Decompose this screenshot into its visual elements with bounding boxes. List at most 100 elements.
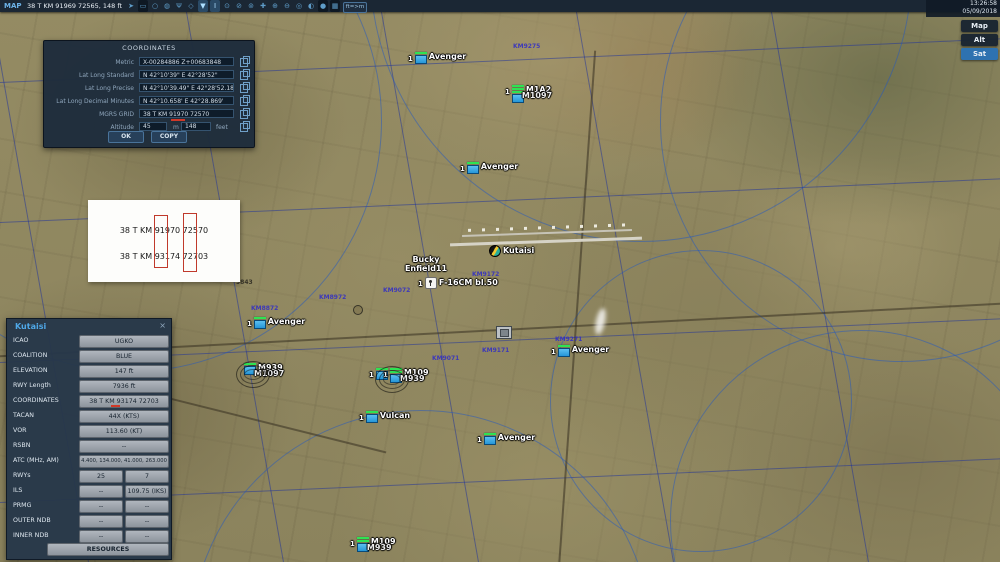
coord-value-field[interactable]: 38 T KM 91970 72570	[139, 109, 234, 118]
airport-row-value[interactable]: 4.400, 134.000, 41.000, 263.000	[79, 455, 169, 468]
unit-count: 1	[477, 436, 482, 444]
range-ring	[550, 250, 852, 552]
coord-value-field[interactable]: N 42°10'39" E 42°28'52"	[139, 70, 234, 79]
altitude-feet-input[interactable]	[181, 122, 211, 131]
unit-marker[interactable]: 1 M1A2 M1097	[505, 85, 552, 103]
select-cursor-icon[interactable]: ➤	[126, 0, 136, 12]
coord-row: MGRS GRID 38 T KM 91970 72570	[44, 108, 254, 121]
copy-icon[interactable]	[240, 121, 250, 132]
zoom-select-icon[interactable]: ◎	[294, 0, 304, 12]
airport-row-label: VOR	[13, 427, 27, 434]
copy-icon[interactable]	[240, 69, 250, 80]
airport-row-value[interactable]: 7936 ft	[79, 380, 169, 393]
coord-row: Metric X-00284886 Z+00683848	[44, 56, 254, 69]
signal-coverage-icon[interactable]: ▼	[198, 0, 208, 12]
health-bar	[414, 52, 427, 54]
airport-row-value[interactable]: --	[79, 440, 169, 453]
static-building-icon[interactable]	[496, 326, 512, 339]
coord-value-field[interactable]: N 42°10.658' E 42°28.869'	[139, 96, 234, 105]
unit-marker[interactable]: 1 Avenger	[551, 345, 609, 357]
grid-layer-icon[interactable]: ▦	[330, 0, 340, 12]
airport-row-label: COORDINATES	[13, 397, 59, 404]
globe-icon[interactable]: ◐	[306, 0, 316, 12]
airport-row-value[interactable]: BLUE	[79, 350, 169, 363]
copy-icon[interactable]	[240, 82, 250, 93]
mgrs-grid-label: KM8872	[251, 305, 279, 312]
airport-row-label: RWYs	[13, 472, 31, 479]
view-button-alt[interactable]: Alt	[961, 34, 998, 46]
artillery-range-rings	[236, 361, 270, 388]
circle-tool-icon[interactable]: ○	[150, 0, 160, 12]
view-button-map[interactable]: Map	[961, 20, 998, 32]
layer-objects-icon[interactable]: ⊚	[246, 0, 256, 12]
mgrs-grid-label: KM9271	[555, 336, 583, 343]
center-map-icon[interactable]: ✚	[258, 0, 268, 12]
unit-icon	[365, 411, 378, 423]
group-name: Enfield11	[404, 264, 448, 273]
sphere-view-icon[interactable]: ●	[318, 0, 328, 12]
airport-row-label: COALITION	[13, 352, 48, 359]
airport-row-value[interactable]: --	[79, 515, 123, 528]
layer-airports-icon[interactable]: ⊙	[222, 0, 232, 12]
copy-icon[interactable]	[240, 108, 250, 119]
airport-row-value[interactable]: 38 T KM 93174 72703	[79, 395, 169, 408]
layer-beacons-icon[interactable]: ⊘	[234, 0, 244, 12]
weather-layer-icon[interactable]: ◍	[162, 0, 172, 12]
coordinates-dialog: COORDINATES Metric X-00284886 Z+00683848…	[43, 40, 255, 148]
mgrs-grid-label: KM9275	[513, 43, 541, 50]
airfield-marker[interactable]: Kutaisi	[489, 245, 534, 257]
ok-button[interactable]: OK	[108, 131, 144, 143]
unit-marker[interactable]: 1 Vulcan	[359, 411, 410, 423]
airport-row-label: ICAO	[13, 337, 29, 344]
ground-unit-icon	[365, 414, 378, 423]
airport-row-value[interactable]: 25	[79, 470, 123, 483]
airport-row-value[interactable]: --	[125, 515, 169, 528]
zoom-out-icon[interactable]: ⊖	[282, 0, 292, 12]
airport-row-value[interactable]: --	[79, 530, 123, 543]
waypoint-tool-icon[interactable]: ◇	[186, 0, 196, 12]
airport-row-value[interactable]: UGKO	[79, 335, 169, 348]
unit-marker[interactable]: 1 Avenger	[460, 162, 518, 174]
airport-row-value[interactable]: 44X (KTS)	[79, 410, 169, 423]
unit-marker[interactable]: M939 M1097	[236, 361, 284, 388]
unit-icon	[466, 162, 479, 174]
unit-marker[interactable]: 1 Avenger	[477, 433, 535, 445]
airport-row-value[interactable]: --	[79, 500, 123, 513]
copy-icon[interactable]	[240, 56, 250, 67]
feet-unit-label: feet	[216, 124, 228, 131]
copy-icon[interactable]	[240, 95, 250, 106]
unit-count: 1	[359, 414, 364, 422]
airport-row-label: RWY Length	[13, 382, 51, 389]
ground-unit-icon	[414, 55, 427, 64]
unit-count: 1	[505, 88, 510, 96]
airport-row-value[interactable]: 113.60 (KT)	[79, 425, 169, 438]
airport-row-value[interactable]: 109.75 (IKS)	[125, 485, 169, 498]
coord-underline	[111, 405, 120, 407]
airport-row-value[interactable]: 147 ft	[79, 365, 169, 378]
unit-marker[interactable]: 1 Avenger	[247, 317, 305, 329]
coord-value-field[interactable]: X-00284886 Z+00683848	[139, 57, 234, 66]
aircraft-callout: Bucky Enfield11	[395, 255, 457, 273]
measure-tool-icon[interactable]: Ψ	[174, 0, 184, 12]
pan-tool-icon[interactable]: ▭	[138, 0, 148, 12]
small-unit-icon[interactable]	[353, 305, 363, 315]
zoom-in-icon[interactable]: ⊕	[270, 0, 280, 12]
clock-box: 13:26:58 05/09/2018	[926, 0, 1000, 17]
view-button-sat[interactable]: Sat	[961, 48, 998, 60]
unit-marker[interactable]: 1 M109 M939	[375, 366, 429, 393]
airport-row-value[interactable]: --	[125, 530, 169, 543]
airport-row-value[interactable]: --	[125, 500, 169, 513]
coordinate-note: 38 T KM 91970 72570 38 T KM 93174 72703	[88, 200, 240, 282]
text-cursor-icon[interactable]: I	[210, 0, 220, 12]
unit-marker[interactable]: 1 Avenger	[408, 52, 466, 64]
close-icon[interactable]: ×	[159, 321, 166, 330]
aircraft-marker[interactable]: 1 F-16CM bl.50	[418, 277, 498, 289]
coord-value-field[interactable]: N 42°10'39.49" E 42°28'52.18"	[139, 83, 234, 92]
copy-button[interactable]: COPY	[151, 131, 187, 143]
airport-row-value[interactable]: 7	[125, 470, 169, 483]
unit-toggle-button[interactable]: ft=>m	[343, 1, 367, 13]
airport-row-value[interactable]: --	[79, 485, 123, 498]
unit-marker[interactable]: 1 M109 M939	[350, 537, 396, 552]
resources-button[interactable]: RESOURCES	[47, 543, 169, 556]
altitude-meters-input[interactable]	[139, 122, 167, 131]
